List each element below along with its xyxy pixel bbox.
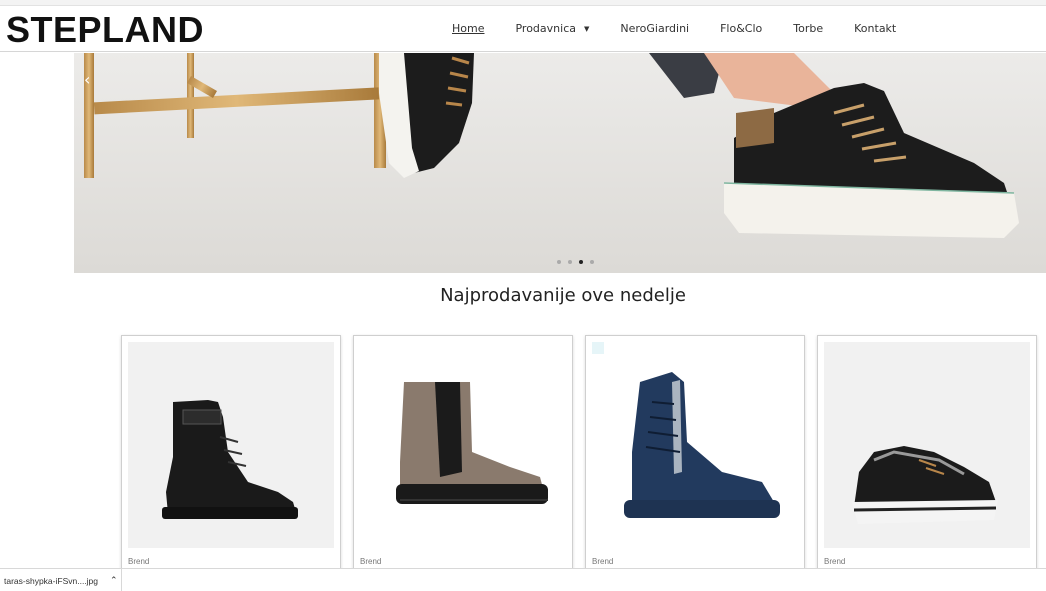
section-title: Najprodavanije ove nedelje (440, 285, 686, 306)
product-card[interactable]: Brend (121, 335, 341, 575)
nav-home-label: Home (452, 22, 485, 35)
nav-kontakt[interactable]: Kontakt (854, 22, 896, 35)
taupe-chelsea-boot-image (396, 382, 548, 504)
site-logo[interactable]: STEPLAND (6, 10, 204, 50)
product-brand: Brend (360, 557, 382, 566)
hero-image (74, 53, 1046, 273)
main-nav: Home Prodavnica ▼ NeroGiardini Flo&Clo T… (452, 22, 927, 35)
chevron-left-icon[interactable]: ‹ (84, 70, 90, 89)
browser-top-edge (0, 0, 1046, 6)
download-item[interactable]: taras-shypka-iFSvn....jpg ⌃ (0, 569, 122, 591)
slider-dot[interactable] (568, 260, 572, 264)
nav-prodavnica[interactable]: Prodavnica ▼ (515, 22, 589, 35)
product-image[interactable] (592, 342, 798, 548)
navy-lace-up-boot-image (592, 342, 780, 518)
slider-dot[interactable] (557, 260, 561, 264)
product-image[interactable] (824, 342, 1030, 548)
nav-flo-clo-label: Flo&Clo (720, 22, 763, 35)
nav-prodavnica-label: Prodavnica (515, 22, 576, 35)
nav-torbe-label: Torbe (793, 22, 824, 35)
nav-torbe[interactable]: Torbe (793, 22, 823, 35)
product-brand: Brend (824, 557, 846, 566)
nav-nerogiardini-label: NeroGiardini (620, 22, 690, 35)
download-bar: taras-shypka-iFSvn....jpg ⌃ (0, 568, 1046, 591)
caret-down-icon: ▼ (583, 24, 590, 33)
product-card[interactable]: Brend (353, 335, 573, 575)
nav-flo-clo[interactable]: Flo&Clo (720, 22, 762, 35)
slider-dot[interactable] (590, 260, 594, 264)
hero-slider[interactable] (74, 53, 1046, 273)
slider-dots (557, 260, 594, 264)
slider-dot-active[interactable] (579, 260, 583, 264)
site-header: STEPLAND Home Prodavnica ▼ NeroGiardini … (0, 7, 1046, 52)
product-image[interactable] (360, 342, 566, 548)
product-grid: Brend Brend Brend Brend (121, 335, 1037, 575)
nav-home[interactable]: Home (452, 22, 484, 35)
nav-nerogiardini[interactable]: NeroGiardini (620, 22, 689, 35)
product-brand: Brend (128, 557, 150, 566)
product-card[interactable]: Brend (817, 335, 1037, 575)
product-image[interactable] (128, 342, 334, 548)
black-combat-boot-image (162, 400, 298, 519)
product-brand: Brend (592, 557, 614, 566)
nav-kontakt-label: Kontakt (854, 22, 897, 35)
black-sneaker-image (852, 446, 998, 524)
download-file-name: taras-shypka-iFSvn....jpg (4, 575, 99, 586)
product-card[interactable]: Brend (585, 335, 805, 575)
chevron-up-icon[interactable]: ⌃ (110, 576, 118, 586)
